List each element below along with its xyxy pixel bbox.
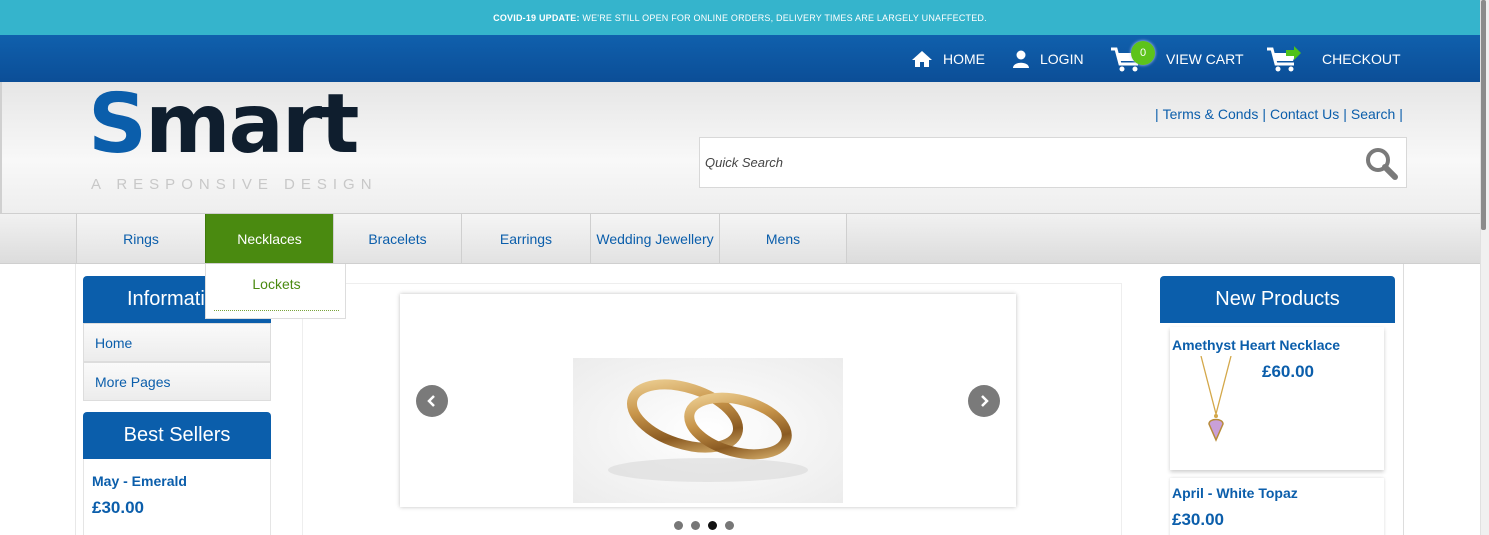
header-links: | Terms & Conds | Contact Us | Search |	[1155, 106, 1403, 122]
contact-link[interactable]: Contact Us	[1270, 106, 1339, 122]
new-product-name-1[interactable]: Amethyst Heart Necklace	[1172, 337, 1340, 353]
logo-initial: S	[88, 77, 147, 172]
dropdown-divider	[214, 310, 339, 311]
slider-prev-button[interactable]	[416, 385, 448, 417]
category-mens[interactable]: Mens	[719, 214, 847, 263]
scrollbar-thumb[interactable]	[1481, 0, 1486, 230]
best-seller-name[interactable]: May - Emerald	[92, 473, 187, 489]
user-icon	[1013, 50, 1029, 68]
category-wedding-jewellery[interactable]: Wedding Jewellery	[590, 214, 719, 263]
category-earrings[interactable]: Earrings	[461, 214, 590, 263]
covid-banner: COVID-19 UPDATE: WE'RE STILL OPEN FOR ON…	[0, 0, 1480, 35]
cart-count-badge: 0	[1131, 41, 1155, 65]
search-icon[interactable]	[1364, 146, 1398, 180]
best-seller-price: £30.00	[92, 498, 144, 517]
category-bracelets[interactable]: Bracelets	[333, 214, 461, 263]
checkout-label: CHECKOUT	[1322, 50, 1401, 67]
checkout-link[interactable]: CHECKOUT	[1266, 35, 1401, 82]
slider-dot-4[interactable]	[725, 521, 734, 530]
login-link[interactable]: LOGIN	[1012, 35, 1084, 82]
home-icon	[912, 50, 932, 67]
search-link[interactable]: Search	[1351, 106, 1395, 122]
best-seller-card[interactable]	[83, 459, 271, 535]
chevron-right-icon	[981, 395, 989, 407]
hero-slide[interactable]	[400, 294, 1016, 507]
login-label: LOGIN	[1040, 50, 1084, 67]
slider-dot-3[interactable]	[708, 521, 717, 530]
logo[interactable]: Smart	[88, 77, 359, 172]
home-label: HOME	[943, 50, 985, 67]
view-cart-label: VIEW CART	[1166, 50, 1244, 67]
logo-tagline: A RESPONSIVE DESIGN	[91, 176, 378, 193]
slider-next-button[interactable]	[968, 385, 1000, 417]
page: COVID-19 UPDATE: WE'RE STILL OPEN FOR ON…	[0, 0, 1489, 535]
content-right-border	[1403, 264, 1404, 535]
category-rings[interactable]: Rings	[76, 214, 205, 263]
slider-dot-2[interactable]	[691, 521, 700, 530]
covid-banner-title: COVID-19 UPDATE:	[493, 13, 580, 23]
content-left-border	[75, 264, 76, 535]
chevron-left-icon	[427, 395, 435, 407]
best-sellers-heading: Best Sellers	[83, 412, 271, 459]
necklace-pendant-image	[1200, 356, 1232, 442]
terms-link[interactable]: Terms & Conds	[1163, 106, 1259, 122]
wedding-rings-image	[608, 379, 808, 482]
home-link[interactable]: HOME	[911, 35, 985, 82]
slider-dots	[674, 521, 734, 530]
slider-dot-1[interactable]	[674, 521, 683, 530]
info-link-home[interactable]: Home	[83, 323, 271, 362]
quick-search-input[interactable]	[705, 138, 1345, 187]
covid-banner-text: WE'RE STILL OPEN FOR ONLINE ORDERS, DELI…	[579, 13, 987, 23]
top-nav: HOME LOGIN VIEW CART CHECKOUT	[0, 35, 1480, 82]
new-products-heading: New Products	[1160, 276, 1395, 323]
view-cart-link[interactable]: VIEW CART	[1110, 35, 1244, 82]
new-product-price-1: £60.00	[1262, 362, 1314, 381]
new-product-price-2: £30.00	[1172, 510, 1224, 529]
logo-rest: mart	[145, 77, 359, 172]
checkout-cart-icon	[1267, 45, 1301, 71]
new-product-name-2[interactable]: April - White Topaz	[1172, 485, 1298, 501]
dropdown-item-lockets[interactable]: Lockets	[206, 276, 347, 292]
info-link-more-pages[interactable]: More Pages	[83, 362, 271, 401]
quick-search-box	[699, 137, 1407, 188]
category-necklaces[interactable]: Necklaces	[205, 214, 333, 263]
necklaces-dropdown: Lockets	[205, 264, 346, 319]
slide-image-rings	[573, 358, 843, 503]
